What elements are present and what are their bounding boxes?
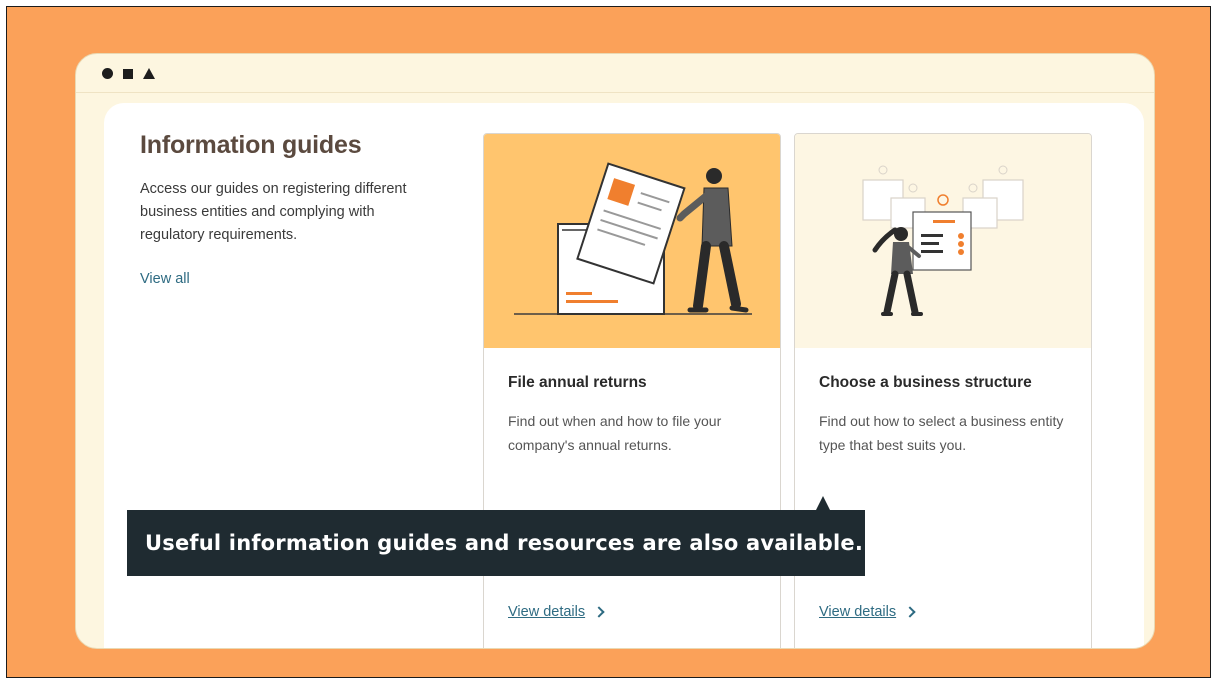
view-details-link[interactable]: View details	[819, 604, 916, 620]
section-description: Access our guides on registering differe…	[140, 181, 407, 243]
view-details-label: View details	[819, 604, 897, 620]
window-titlebar	[76, 54, 1154, 93]
person-filing-documents-illustration	[484, 134, 780, 348]
tooltip-pointer	[816, 496, 830, 510]
triangle-control-icon[interactable]	[143, 68, 155, 79]
section-title: Information guides	[140, 131, 362, 159]
view-details-label: View details	[508, 604, 586, 620]
chevron-right-icon	[593, 606, 605, 618]
chevron-right-icon	[904, 606, 916, 618]
tutorial-tooltip: Useful information guides and resources …	[127, 510, 865, 576]
card-title: File annual returns	[508, 374, 647, 391]
intro-section: Information guides Access our guides on …	[140, 131, 440, 288]
square-control-icon[interactable]	[123, 69, 133, 79]
person-choosing-structure-illustration	[795, 134, 1091, 348]
view-details-link[interactable]: View details	[508, 604, 605, 620]
card-description: Find out when and how to file your compa…	[508, 413, 722, 453]
presentation-frame: Information guides Access our guides on …	[6, 6, 1211, 678]
view-all-link[interactable]: View all	[140, 271, 190, 287]
circle-control-icon[interactable]	[102, 68, 113, 79]
card-title: Choose a business structure	[819, 374, 1032, 391]
card-description: Find out how to select a business entity…	[819, 413, 1064, 453]
